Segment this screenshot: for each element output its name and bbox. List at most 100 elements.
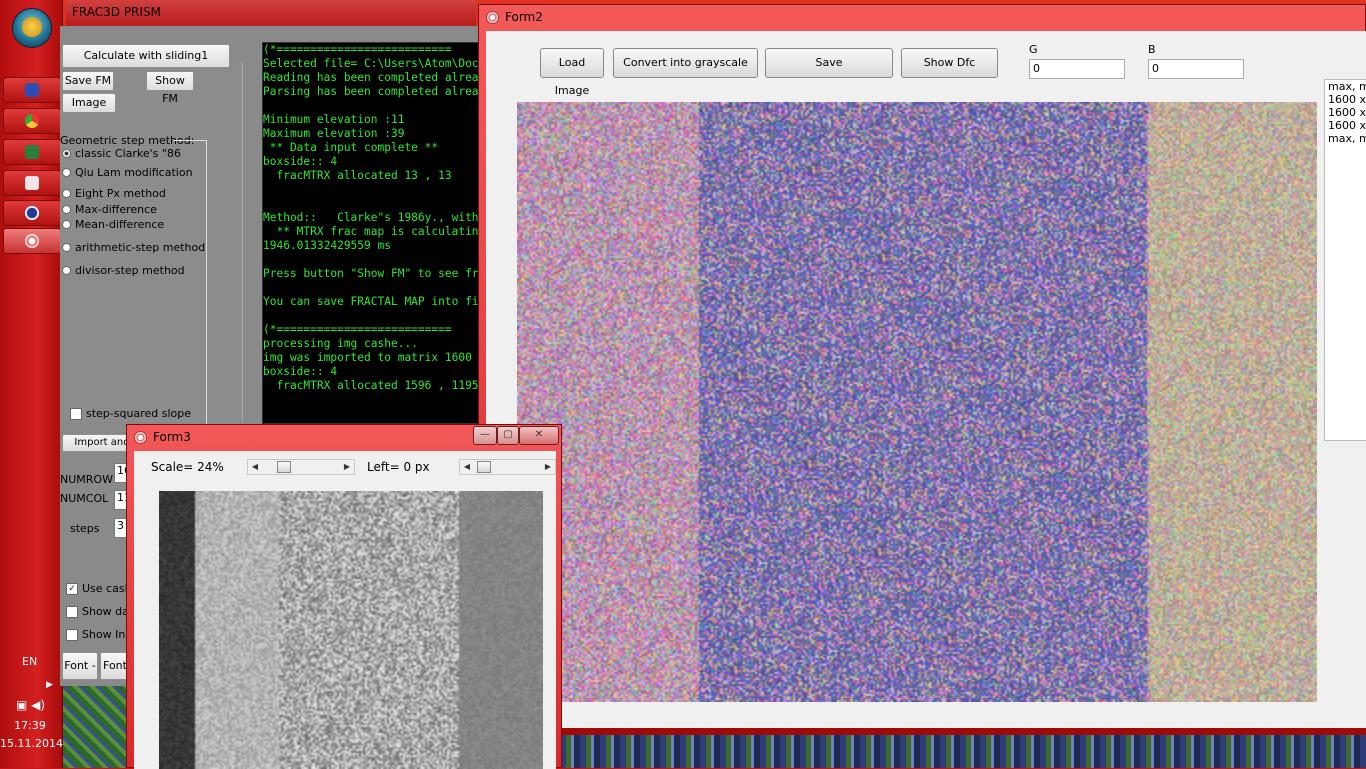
language-indicator[interactable]: EN [22, 655, 37, 668]
scale-scrollbar[interactable]: ◀ ▶ [247, 459, 355, 475]
taskbar-app-circle[interactable] [3, 200, 61, 226]
show-fm-button[interactable]: Show FM [146, 71, 194, 105]
console-line: (*========================== [263, 323, 452, 336]
monitor-icon [25, 145, 39, 159]
sem-preview-image [159, 491, 543, 769]
show-data-checkbox[interactable]: Show dat [66, 605, 133, 618]
form3-window: Form3 — ▢ ✕ Scale= 24% ◀ ▶ Left= 0 px ◀ … [126, 424, 562, 769]
save-disk-icon [25, 83, 39, 97]
radio-dot [62, 205, 71, 214]
method-radio-divisor[interactable]: divisor-step method [62, 264, 185, 277]
method-radio-meandiff[interactable]: Mean-difference [62, 218, 164, 231]
console-line: fracMTRX allocated 13 , 13 [263, 169, 452, 182]
b-input[interactable]: 0 [1148, 59, 1244, 79]
method-groupbox [174, 140, 207, 441]
wallpaper-strip-left [62, 686, 132, 768]
log-item: 1600 x 1 [1328, 119, 1366, 132]
console-line: ** MTRX frac map is calculating... [263, 225, 482, 238]
volume-icon[interactable]: ◀) [31, 698, 45, 712]
taskbar-app-chrome[interactable] [3, 108, 61, 134]
minimize-button[interactable]: — [473, 426, 497, 445]
console-line: Press button "Show FM" to see fractal [263, 267, 481, 280]
close-button[interactable]: ✕ [519, 426, 559, 445]
numrow-label: NUMROW [60, 473, 113, 486]
taskbar-app-monitor[interactable] [3, 139, 61, 165]
g-input[interactable]: 0 [1029, 59, 1125, 79]
convert-grayscale-button[interactable]: Convert into grayscale [613, 48, 758, 78]
method-radio-eightpx[interactable]: Eight Px method [62, 187, 166, 200]
app-icon [486, 11, 499, 24]
main-titlebar[interactable]: FRAC3D PRISM [66, 0, 476, 26]
taskbar-app-save[interactable] [3, 77, 61, 103]
radio-dot [62, 189, 71, 198]
taskbar-app-frac[interactable] [3, 228, 61, 254]
bank-icon [25, 176, 39, 190]
image-button[interactable]: Image [62, 93, 116, 113]
left-scrollbar[interactable]: ◀ ▶ [459, 459, 556, 475]
step-squared-checkbox[interactable]: step-squared slope [70, 407, 191, 420]
scroll-left-icon[interactable]: ◀ [460, 460, 474, 474]
console-line: You can save FRACTAL MAP into file. I [263, 295, 481, 308]
g-label: G [1029, 43, 1038, 56]
form2-window: Form2 Load Image Convert into grayscale … [478, 4, 1366, 728]
scroll-right-icon[interactable]: ▶ [340, 460, 354, 474]
clock-time[interactable]: 17:39 [0, 719, 60, 732]
method-radio-clarke[interactable]: classic Clarke's "86 [62, 147, 181, 160]
log-item: 1600 x 1 [1328, 106, 1366, 119]
b-label: B [1148, 43, 1156, 56]
calculate-button[interactable]: Calculate with sliding1 [62, 44, 230, 68]
radio-dot [62, 168, 71, 177]
clock-date[interactable]: 15.11.2014 [0, 737, 63, 750]
radio-dot [62, 149, 71, 158]
method-radio-qiulam[interactable]: Qiu Lam modification [62, 166, 193, 179]
main-window-title: FRAC3D PRISM [72, 5, 161, 19]
steps-label: steps [70, 522, 100, 535]
console-line: Method:: Clarke"s 1986y., with step [263, 211, 479, 224]
console-line: fracMTRX allocated 1596 , 1195 [263, 379, 479, 392]
scroll-right-icon[interactable]: ▶ [541, 460, 555, 474]
method-radio-maxdiff[interactable]: Max-difference [62, 203, 157, 216]
show-dfc-button[interactable]: Show Dfc [901, 48, 998, 78]
numcol-label: NUMCOL [60, 492, 109, 505]
radio-dot [62, 220, 71, 229]
load-image-button[interactable]: Load Image [540, 48, 604, 97]
save-button[interactable]: Save [765, 48, 893, 78]
taskbar-app-bank[interactable] [3, 170, 61, 196]
taskbar: EN ▶ ▣ ◀) 17:39 15.11.2014 [0, 0, 63, 768]
method-radio-arithmetic[interactable]: arithmetic-step method [62, 241, 205, 254]
font-minus-button[interactable]: Font - [62, 652, 98, 680]
scale-slider-thumb[interactable] [277, 461, 291, 473]
start-button[interactable] [12, 8, 52, 48]
show-input-checkbox[interactable]: Show Inp [66, 628, 132, 641]
left-label: Left= 0 px [367, 460, 430, 474]
console-line: Maximum elevation :39 [263, 127, 405, 140]
left-slider-thumb[interactable] [477, 461, 491, 473]
start-logo-icon [22, 17, 42, 37]
lifebuoy-app-icon [25, 234, 39, 248]
checkbox-box: ✓ [66, 582, 78, 595]
scroll-left-icon[interactable]: ◀ [248, 460, 262, 474]
console-line: processing img cashe... [263, 337, 418, 350]
network-icon[interactable]: ▣ [16, 698, 27, 712]
form3-titlebar[interactable]: Form3 — ▢ ✕ [127, 425, 561, 449]
console-line: Selected file= C:\Users\Atom\Docume [263, 57, 482, 70]
console-line: img was imported to matrix 1600 x 11 [263, 351, 482, 364]
form3-title: Form3 [153, 430, 191, 444]
log-listbox[interactable]: max, min1600 x 11600 x 11600 x 1max, min [1324, 79, 1366, 441]
scale-label: Scale= 24% [151, 460, 224, 474]
radio-dot [62, 266, 71, 275]
console-output[interactable]: (*========================== Selected fil… [262, 42, 482, 424]
app-icon [134, 431, 147, 444]
maximize-button[interactable]: ▢ [497, 426, 519, 445]
wallpaper-strip [560, 735, 1366, 768]
console-line: Parsing has been completed already! [263, 85, 482, 98]
save-fm-button[interactable]: Save FM [62, 71, 114, 91]
form2-titlebar[interactable]: Form2 [479, 5, 1365, 29]
radio-dot [62, 243, 71, 252]
tray-expand-icon[interactable]: ▶ [46, 680, 53, 690]
